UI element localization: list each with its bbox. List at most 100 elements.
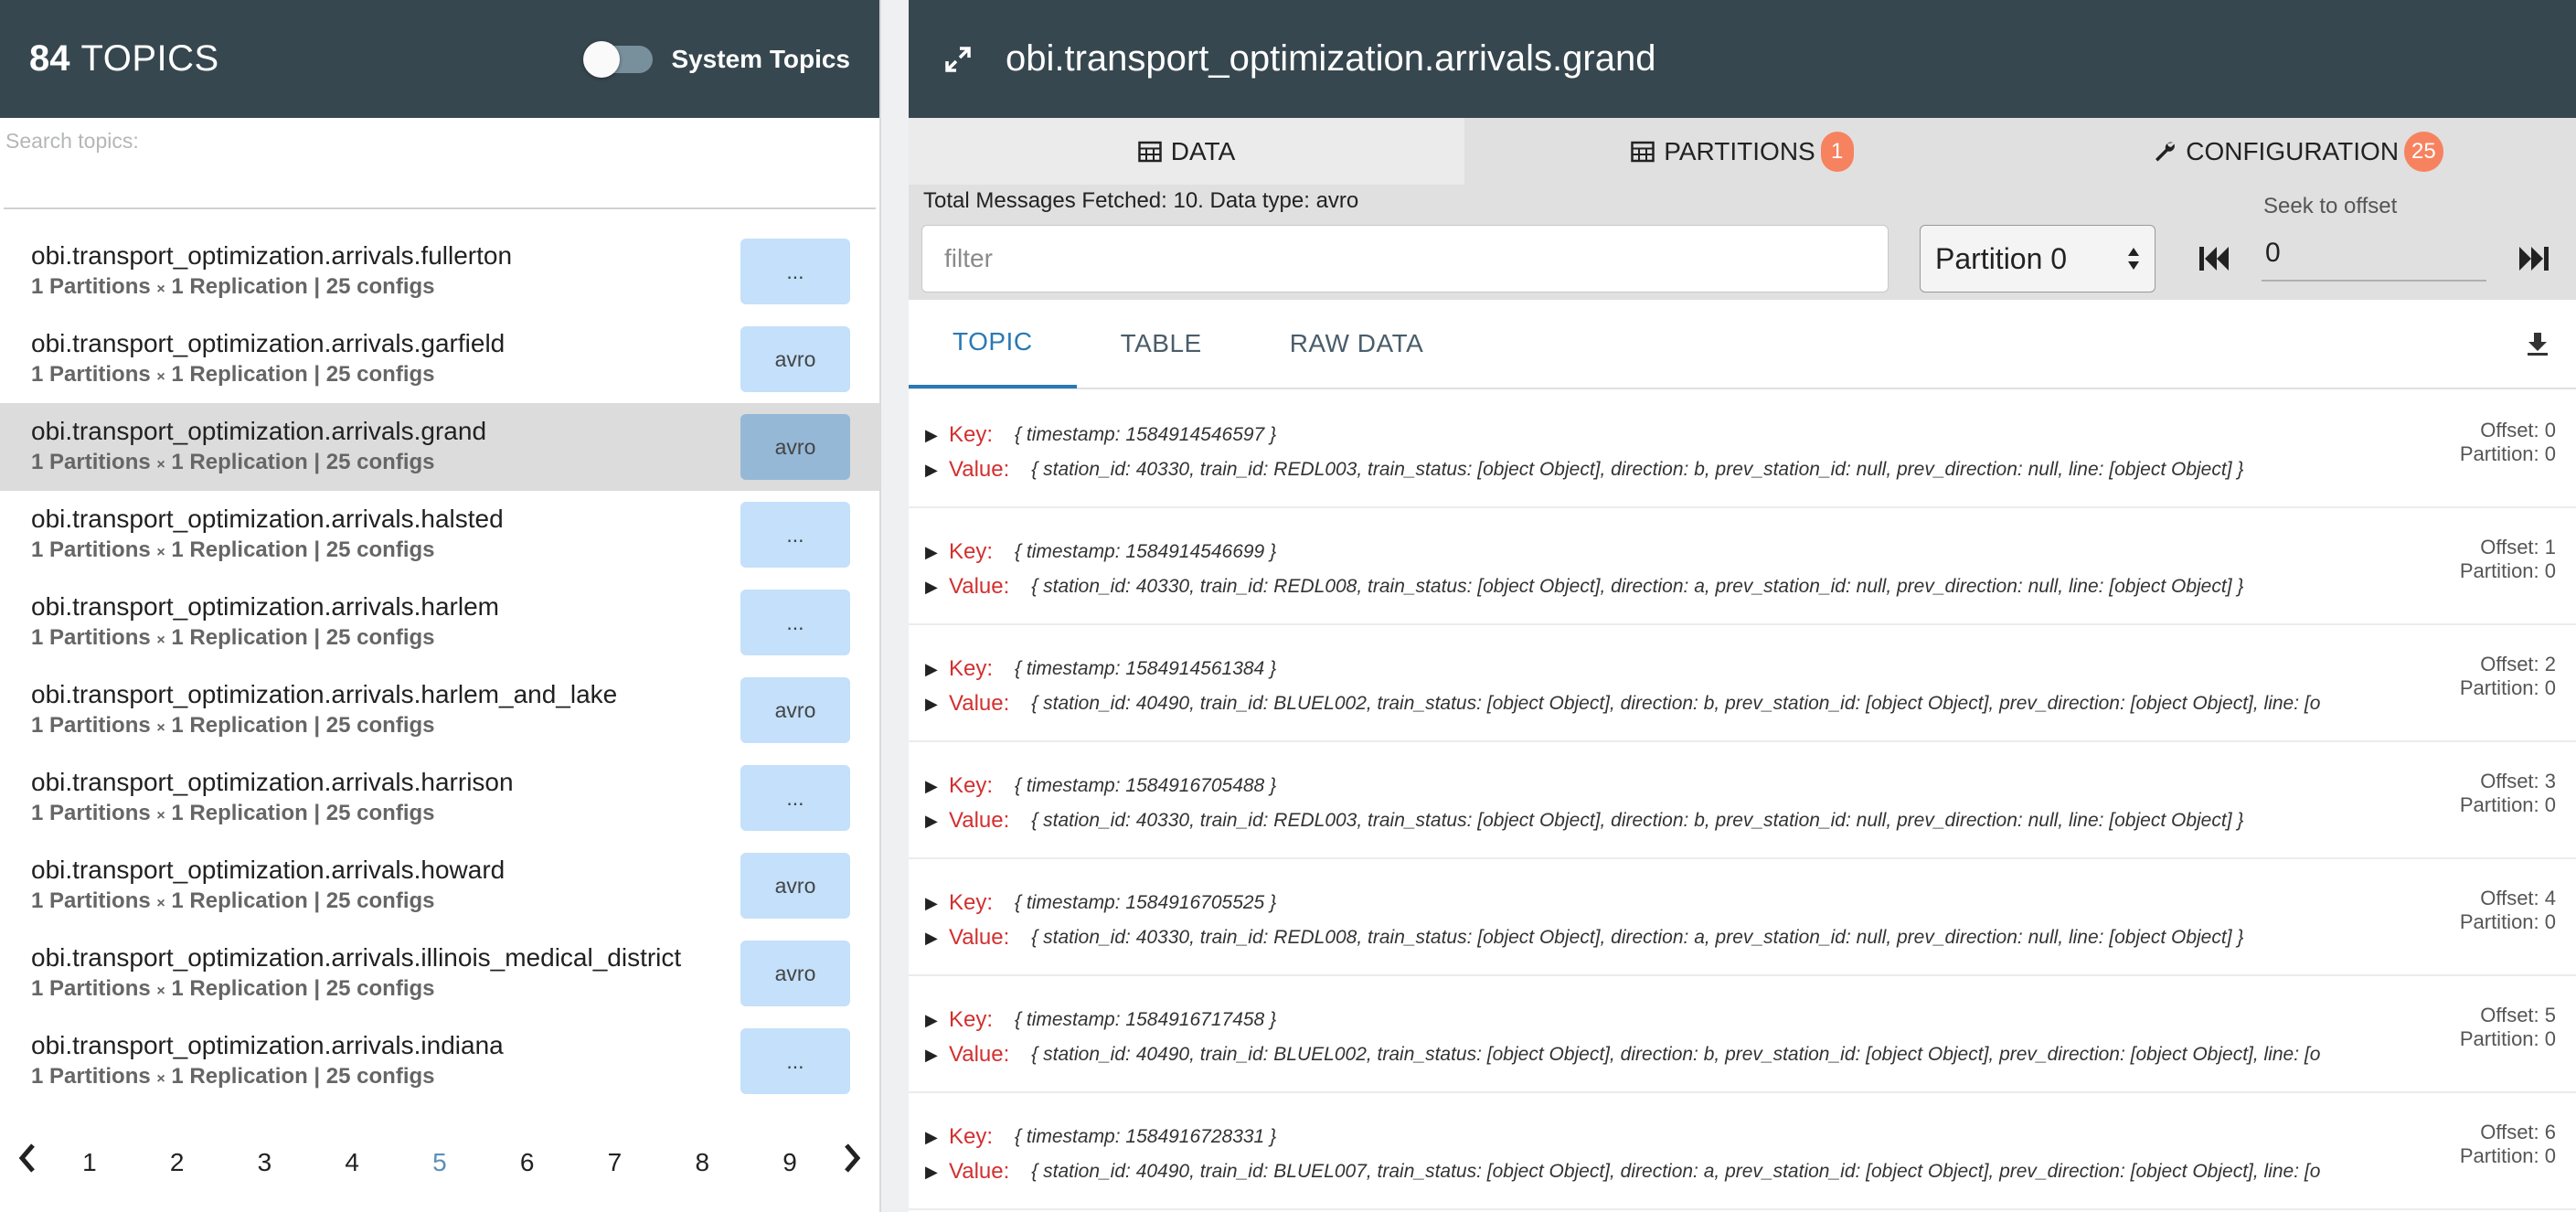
key-label: Key: xyxy=(949,890,994,915)
expand-arrow-icon[interactable]: ▶ xyxy=(925,461,949,480)
tab-topic[interactable]: TOPIC xyxy=(909,299,1077,388)
configuration-badge: 25 xyxy=(2404,131,2443,172)
partition-select[interactable]: Partition 0 xyxy=(1920,225,2156,292)
topic-row[interactable]: obi.transport_optimization.arrivals.hals… xyxy=(0,491,879,579)
tab-configuration[interactable]: CONFIGURATION 25 xyxy=(2020,118,2576,185)
chevron-left-icon[interactable] xyxy=(9,1142,46,1184)
message-value[interactable]: ▶ Value: { station_id: 40330, train_id: RE… xyxy=(925,925,2243,951)
tab-configuration-label: CONFIGURATION xyxy=(2186,136,2400,165)
message-key[interactable]: ▶ Key: { timestamp: 1584916728331 } xyxy=(925,1124,1276,1150)
message-value[interactable]: ▶ Value: { station_id: 40330, train_id: RE… xyxy=(925,808,2243,834)
topic-row[interactable]: obi.transport_optimization.arrivals.gran… xyxy=(0,403,879,491)
key-value: { timestamp: 1584916705525 } xyxy=(1015,892,1277,913)
topic-type-button[interactable]: ... xyxy=(740,765,850,831)
topic-meta: 1 Partitions × 1 Replication | 25 config… xyxy=(31,799,740,831)
expand-arrow-icon[interactable]: ▶ xyxy=(925,578,949,597)
topic-row[interactable]: obi.transport_optimization.arrivals.harl… xyxy=(0,579,879,666)
message-key[interactable]: ▶ Key: { timestamp: 1584914546699 } xyxy=(925,539,1276,565)
topic-type-button[interactable]: avro xyxy=(740,941,850,1006)
topic-name: obi.transport_optimization.arrivals.indi… xyxy=(31,1030,504,1059)
message-value[interactable]: ▶ Value: { station_id: 40330, train_id: RE… xyxy=(925,574,2243,600)
page-number[interactable]: 5 xyxy=(417,1148,463,1177)
value-content: { station_id: 40330, train_id: REDL003, … xyxy=(1031,810,2244,831)
skip-last-icon[interactable] xyxy=(2517,245,2550,272)
topic-type-button[interactable]: avro xyxy=(740,677,850,743)
expand-arrow-icon[interactable]: ▶ xyxy=(925,1163,949,1182)
page-number[interactable]: 1 xyxy=(67,1148,112,1177)
topic-row[interactable]: obi.transport_optimization.arrivals.illi… xyxy=(0,930,879,1017)
message-value[interactable]: ▶ Value: { station_id: 40330, train_id: RE… xyxy=(925,457,2243,483)
topic-type-button[interactable]: avro xyxy=(740,853,850,919)
tab-raw-data[interactable]: RAW DATA xyxy=(1246,299,1468,388)
page-number[interactable]: 8 xyxy=(679,1148,725,1177)
system-topics-toggle[interactable]: System Topics xyxy=(583,40,850,78)
topic-row[interactable]: obi.transport_optimization.arrivals.full… xyxy=(0,228,879,315)
value-label: Value: xyxy=(949,1159,1010,1184)
page-number[interactable]: 9 xyxy=(767,1148,813,1177)
expand-arrow-icon[interactable]: ▶ xyxy=(925,929,949,948)
seek-offset-input[interactable] xyxy=(2262,227,2486,282)
topic-type-button[interactable]: ... xyxy=(740,502,850,568)
times-icon: × xyxy=(156,368,165,385)
expand-arrow-icon[interactable]: ▶ xyxy=(925,1128,949,1147)
topic-replication: 1 Replication | 25 configs xyxy=(171,975,435,1001)
message-key[interactable]: ▶ Key: { timestamp: 1584914546597 } xyxy=(925,422,1276,448)
message-offset: Offset: 3 xyxy=(2480,770,2556,792)
value-content: { station_id: 40490, train_id: BLUEL002,… xyxy=(1031,693,2321,714)
expand-arrow-icon[interactable]: ▶ xyxy=(925,543,949,562)
tab-table[interactable]: TABLE xyxy=(1077,299,1246,388)
topic-title: obi.transport_optimization.arrivals.gran… xyxy=(1006,38,1656,79)
download-icon[interactable] xyxy=(2525,331,2550,356)
chevron-right-icon[interactable] xyxy=(834,1142,870,1184)
expand-arrow-icon[interactable]: ▶ xyxy=(925,777,949,796)
page-number[interactable]: 3 xyxy=(241,1148,287,1177)
message-value[interactable]: ▶ Value: { station_id: 40490, train_id: BL… xyxy=(925,1159,2320,1185)
times-icon: × xyxy=(156,281,165,297)
message-row: ▶ Key: { timestamp: 1584914546597 } ▶ Value:… xyxy=(909,391,2576,508)
expand-arrow-icon[interactable]: ▶ xyxy=(925,1011,949,1030)
expand-arrow-icon[interactable]: ▶ xyxy=(925,660,949,679)
topic-partitions: 1 Partitions xyxy=(31,273,151,299)
expand-arrow-icon[interactable]: ▶ xyxy=(925,894,949,913)
message-key[interactable]: ▶ Key: { timestamp: 1584916717458 } xyxy=(925,1007,1276,1033)
expand-arrow-icon[interactable]: ▶ xyxy=(925,1046,949,1065)
expand-icon[interactable] xyxy=(943,45,973,74)
tab-data[interactable]: DATA xyxy=(909,118,1464,185)
page-number[interactable]: 6 xyxy=(505,1148,550,1177)
value-content: { station_id: 40330, train_id: REDL008, … xyxy=(1031,927,2244,948)
topic-type-button[interactable]: ... xyxy=(740,239,850,304)
message-value[interactable]: ▶ Value: { station_id: 40490, train_id: BL… xyxy=(925,1042,2320,1068)
expand-arrow-icon[interactable]: ▶ xyxy=(925,426,949,445)
page-number[interactable]: 7 xyxy=(591,1148,637,1177)
topic-replication: 1 Replication | 25 configs xyxy=(171,449,435,474)
times-icon: × xyxy=(156,632,165,648)
topic-row[interactable]: obi.transport_optimization.arrivals.harr… xyxy=(0,754,879,842)
topic-row[interactable]: obi.transport_optimization.arrivals.howa… xyxy=(0,842,879,930)
filter-input[interactable] xyxy=(921,225,1889,292)
topic-type-button[interactable]: ... xyxy=(740,1028,850,1094)
times-icon: × xyxy=(156,807,165,824)
topic-row[interactable]: obi.transport_optimization.arrivals.indi… xyxy=(0,1017,879,1105)
topic-row[interactable]: obi.transport_optimization.arrivals.garf… xyxy=(0,315,879,403)
skip-first-icon[interactable] xyxy=(2198,245,2230,272)
topic-type-button[interactable]: avro xyxy=(740,414,850,480)
expand-arrow-icon[interactable]: ▶ xyxy=(925,695,949,714)
message-key[interactable]: ▶ Key: { timestamp: 1584914561384 } xyxy=(925,656,1276,682)
page-number[interactable]: 4 xyxy=(329,1148,375,1177)
expand-arrow-icon[interactable]: ▶ xyxy=(925,812,949,831)
tab-partitions[interactable]: PARTITIONS 1 xyxy=(1464,118,2020,185)
page-number[interactable]: 2 xyxy=(154,1148,200,1177)
topic-type-button[interactable]: ... xyxy=(740,590,850,655)
toggle-knob[interactable] xyxy=(583,40,621,78)
message-value[interactable]: ▶ Value: { station_id: 40490, train_id: BL… xyxy=(925,691,2320,717)
search-field[interactable]: Search topics: xyxy=(4,118,876,209)
toggle-track[interactable] xyxy=(583,40,654,78)
topic-type-button[interactable]: avro xyxy=(740,326,850,392)
message-offset: Offset: 6 xyxy=(2480,1121,2556,1143)
topic-row[interactable]: obi.transport_optimization.arrivals.harl… xyxy=(0,666,879,754)
message-key[interactable]: ▶ Key: { timestamp: 1584916705488 } xyxy=(925,773,1276,799)
message-row: ▶ Key: { timestamp: 1584916728331 } ▶ Value:… xyxy=(909,1093,2576,1210)
message-offset: Offset: 2 xyxy=(2480,653,2556,675)
message-key[interactable]: ▶ Key: { timestamp: 1584916705525 } xyxy=(925,890,1276,916)
message-meta: Offset: 4 Partition: 0 xyxy=(2460,887,2556,934)
